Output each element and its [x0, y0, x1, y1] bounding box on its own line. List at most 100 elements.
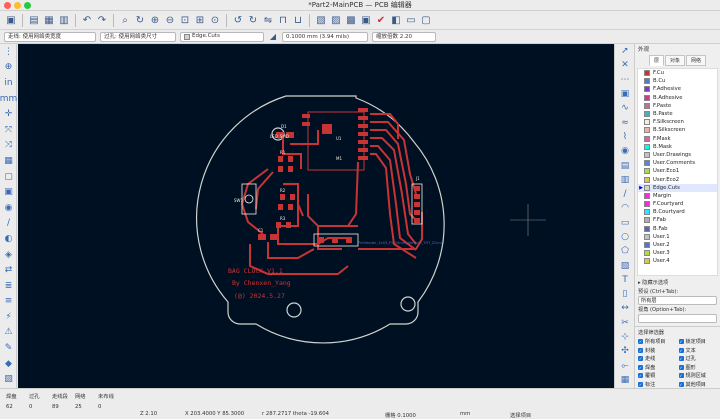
layer-row[interactable]: F.Silkscreen [638, 118, 717, 126]
layer-color-swatch[interactable] [644, 168, 650, 175]
properties-panel-icon[interactable]: ▦ [615, 373, 635, 387]
properties-icon[interactable]: ≡ [0, 294, 17, 310]
layer-row[interactable]: User.Drawings [638, 151, 717, 159]
layer-color-swatch[interactable] [644, 250, 650, 257]
filter-item[interactable]: ✓ 焊盘 [638, 364, 677, 372]
layer-color-swatch[interactable] [644, 135, 650, 142]
layer-row[interactable]: F.Courtyard [638, 200, 717, 208]
route-track-icon[interactable]: ∿ [615, 101, 635, 115]
header-connector[interactable] [313, 233, 359, 247]
layer-row[interactable]: User.1 [638, 233, 717, 241]
close-icon[interactable] [4, 2, 11, 9]
grid-select[interactable]: 0.1000 mm (3.94 mils) [282, 31, 368, 42]
layer-row[interactable]: User.Eco1 [638, 167, 717, 175]
undo-icon[interactable]: ↶ [80, 13, 94, 27]
via-fill-icon[interactable]: ◉ [0, 200, 17, 216]
select-icon[interactable]: ➚ [615, 44, 635, 58]
draw-arc-icon[interactable]: ◠ [615, 201, 635, 215]
rotate-cw-icon[interactable]: ↻ [246, 13, 260, 27]
add-via-icon[interactable]: ◉ [615, 144, 635, 158]
layer-color-swatch[interactable] [644, 151, 650, 158]
add-footprint-icon[interactable]: ▣ [615, 87, 635, 101]
delete-icon[interactable]: ✂ [615, 316, 635, 330]
checkbox-icon[interactable]: ✓ [638, 347, 643, 353]
drc-marker-icon[interactable]: ⚠ [0, 325, 17, 341]
layer-select[interactable]: Edge.Cuts [180, 31, 264, 42]
checkbox-icon[interactable]: ✓ [638, 356, 643, 362]
draw-polygon-icon[interactable]: ⬠ [615, 244, 635, 258]
filter-item[interactable]: ✓ 所有项目 [638, 338, 677, 346]
fill-zones-icon[interactable]: ▦ [0, 153, 17, 169]
set-origin-icon[interactable]: ⊹ [615, 330, 635, 344]
layer-row[interactable]: B.Cu [638, 77, 717, 85]
layer-color-swatch[interactable] [644, 233, 650, 240]
layer-row[interactable]: F.Cu [638, 69, 717, 77]
layer-color-swatch[interactable] [644, 201, 650, 208]
unlock-icon[interactable]: ⊔ [291, 13, 305, 27]
lock-icon[interactable]: ⊓ [276, 13, 290, 27]
filter-item[interactable]: ✓ 文本 [678, 347, 718, 355]
route-diff-pair-icon[interactable]: ≈ [615, 115, 635, 129]
print-icon[interactable]: ▦ [42, 13, 56, 27]
filter-item[interactable]: ✓ 图形 [678, 364, 718, 372]
layer-colors-icon[interactable]: ◧ [389, 13, 403, 27]
footprint-browser-icon[interactable]: ▩ [344, 13, 358, 27]
checkbox-icon[interactable]: ✓ [638, 339, 643, 345]
filter-item[interactable]: ✓ 过孔 [678, 355, 718, 363]
layer-row[interactable]: B.Silkscreen [638, 126, 717, 134]
layer-color-swatch[interactable] [644, 160, 650, 167]
maximize-icon[interactable] [24, 2, 31, 9]
plot-icon[interactable]: ▥ [57, 13, 71, 27]
add-image-icon[interactable]: ▧ [615, 258, 635, 272]
3d-view-icon[interactable]: ◆ [0, 356, 17, 372]
viewport-select[interactable] [638, 314, 717, 323]
via-size-select[interactable]: 过孔: 使用网络类尺寸 [100, 31, 176, 42]
preset-select[interactable]: 所有层 [638, 296, 717, 305]
layer-row[interactable]: F.Paste [638, 102, 717, 110]
tune-length-icon[interactable]: ⌇ [615, 130, 635, 144]
grid-icon[interactable]: ⋮ [0, 44, 17, 60]
layer-row[interactable]: B.Mask [638, 143, 717, 151]
layers-manager-icon[interactable]: ≣ [0, 278, 17, 294]
zoom-select[interactable]: 缩放倍数 2.20 [372, 31, 436, 42]
layer-row[interactable]: B.Fab [638, 225, 717, 233]
layer-color-swatch[interactable] [644, 86, 650, 93]
redo-icon[interactable]: ↷ [95, 13, 109, 27]
filter-item[interactable]: ✓ 标注 [638, 381, 677, 389]
flip-view-icon[interactable]: ⇄ [0, 262, 17, 278]
layer-row[interactable]: User.4 [638, 257, 717, 265]
script-icon[interactable]: ▭ [404, 13, 418, 27]
zoom-out-icon[interactable]: ⊖ [163, 13, 177, 27]
filter-item[interactable]: ✓ 走线 [638, 355, 677, 363]
layer-row[interactable]: B.Courtyard [638, 208, 717, 216]
layer-color-swatch[interactable] [644, 225, 650, 232]
ratsnest-icon[interactable]: ⤧ [0, 122, 17, 138]
search-icon[interactable]: ⌕ [118, 13, 132, 27]
units-icon[interactable]: in [0, 75, 17, 91]
filter-item[interactable]: ✓ 封装 [638, 347, 677, 355]
layer-row[interactable]: B.Adhesive [638, 94, 717, 102]
layer-row[interactable]: User.2 [638, 241, 717, 249]
layer-color-swatch[interactable] [644, 70, 650, 77]
rule-area-icon[interactable]: ▥ [615, 173, 635, 187]
checkbox-icon[interactable]: ✓ [638, 381, 643, 387]
contrast-icon[interactable]: ◐ [0, 231, 17, 247]
tab-objects[interactable]: 对象 [664, 55, 685, 66]
pad-fill-icon[interactable]: ▣ [0, 184, 17, 200]
layer-color-swatch[interactable] [644, 192, 650, 199]
add-zone-icon[interactable]: ▤ [615, 158, 635, 172]
layer-color-swatch[interactable] [644, 242, 650, 249]
save-icon[interactable]: ▣ [4, 13, 18, 27]
tab-layers[interactable]: 层 [648, 55, 664, 66]
rotate-ccw-icon[interactable]: ↺ [231, 13, 245, 27]
pin-icon[interactable]: ✎ [0, 340, 17, 356]
layer-color-swatch[interactable] [644, 209, 650, 216]
update-pcb-icon[interactable]: ▣ [359, 13, 373, 27]
layer-color-swatch[interactable] [644, 184, 650, 191]
checkbox-icon[interactable]: ✓ [678, 364, 684, 370]
highlight-net-icon[interactable]: ✕ [615, 58, 635, 72]
layer-pair-icon[interactable]: ◢ [268, 30, 278, 44]
zoom-in-icon[interactable]: ⊕ [148, 13, 162, 27]
layer-color-swatch[interactable] [644, 111, 650, 118]
board-setup-icon[interactable]: ▤ [27, 13, 41, 27]
